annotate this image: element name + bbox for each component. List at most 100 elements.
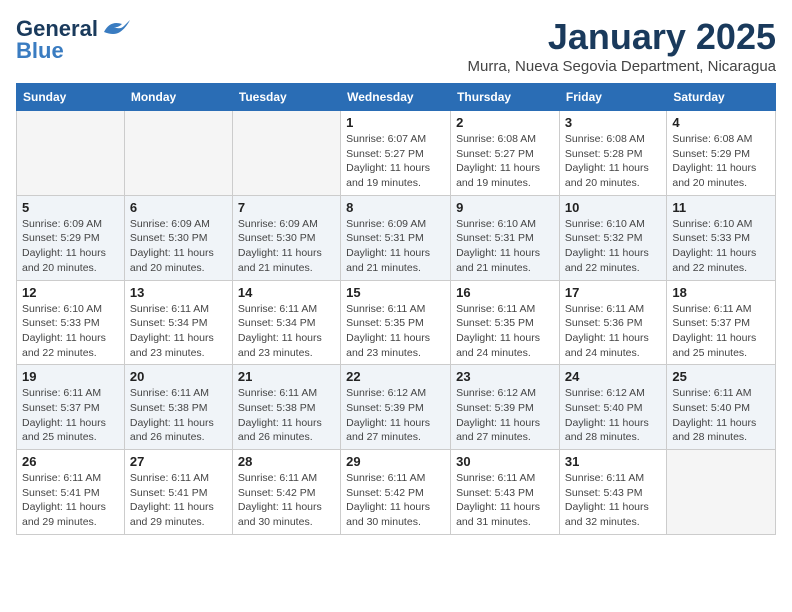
day-info: Sunrise: 6:11 AMSunset: 5:41 PMDaylight:… [22,471,119,530]
page-header: General Blue January 2025 Murra, Nueva S… [16,16,776,75]
calendar-cell: 16 Sunrise: 6:11 AMSunset: 5:35 PMDayligh… [451,280,560,365]
day-number: 13 [130,285,227,300]
logo: General Blue [16,16,130,64]
day-number: 18 [672,285,770,300]
day-number: 17 [565,285,661,300]
day-info: Sunrise: 6:11 AMSunset: 5:43 PMDaylight:… [565,471,661,530]
day-info: Sunrise: 6:11 AMSunset: 5:34 PMDaylight:… [130,302,227,361]
calendar-cell: 29 Sunrise: 6:11 AMSunset: 5:42 PMDayligh… [341,450,451,535]
calendar-cell: 18 Sunrise: 6:11 AMSunset: 5:37 PMDayligh… [667,280,776,365]
day-info: Sunrise: 6:12 AMSunset: 5:40 PMDaylight:… [565,386,661,445]
day-number: 2 [456,115,554,130]
day-number: 20 [130,369,227,384]
calendar-cell: 10 Sunrise: 6:10 AMSunset: 5:32 PMDayligh… [559,195,666,280]
day-info: Sunrise: 6:07 AMSunset: 5:27 PMDaylight:… [346,132,445,191]
day-number: 9 [456,200,554,215]
calendar-cell: 28 Sunrise: 6:11 AMSunset: 5:42 PMDayligh… [232,450,340,535]
day-info: Sunrise: 6:10 AMSunset: 5:32 PMDaylight:… [565,217,661,276]
weekday-header-saturday: Saturday [667,84,776,111]
location-title: Murra, Nueva Segovia Department, Nicarag… [468,58,776,75]
calendar-cell: 12 Sunrise: 6:10 AMSunset: 5:33 PMDayligh… [17,280,125,365]
day-number: 19 [22,369,119,384]
calendar-cell: 4 Sunrise: 6:08 AMSunset: 5:29 PMDaylight… [667,111,776,196]
day-number: 3 [565,115,661,130]
calendar-cell: 11 Sunrise: 6:10 AMSunset: 5:33 PMDayligh… [667,195,776,280]
day-info: Sunrise: 6:08 AMSunset: 5:27 PMDaylight:… [456,132,554,191]
calendar-cell: 26 Sunrise: 6:11 AMSunset: 5:41 PMDayligh… [17,450,125,535]
day-info: Sunrise: 6:11 AMSunset: 5:42 PMDaylight:… [346,471,445,530]
calendar-cell [124,111,232,196]
day-info: Sunrise: 6:12 AMSunset: 5:39 PMDaylight:… [456,386,554,445]
calendar-cell: 25 Sunrise: 6:11 AMSunset: 5:40 PMDayligh… [667,365,776,450]
calendar-cell: 7 Sunrise: 6:09 AMSunset: 5:30 PMDaylight… [232,195,340,280]
calendar-cell: 24 Sunrise: 6:12 AMSunset: 5:40 PMDayligh… [559,365,666,450]
day-info: Sunrise: 6:10 AMSunset: 5:33 PMDaylight:… [672,217,770,276]
calendar-cell: 1 Sunrise: 6:07 AMSunset: 5:27 PMDaylight… [341,111,451,196]
calendar-week-row: 1 Sunrise: 6:07 AMSunset: 5:27 PMDaylight… [17,111,776,196]
day-info: Sunrise: 6:09 AMSunset: 5:31 PMDaylight:… [346,217,445,276]
day-info: Sunrise: 6:09 AMSunset: 5:30 PMDaylight:… [130,217,227,276]
day-number: 15 [346,285,445,300]
day-number: 7 [238,200,335,215]
calendar-cell: 8Sunrise: 6:09 AMSunset: 5:31 PMDaylight… [341,195,451,280]
day-number: 16 [456,285,554,300]
day-info: Sunrise: 6:11 AMSunset: 5:37 PMDaylight:… [22,386,119,445]
logo-blue: Blue [16,38,64,64]
day-number: 4 [672,115,770,130]
calendar-cell: 15 Sunrise: 6:11 AMSunset: 5:35 PMDayligh… [341,280,451,365]
calendar-cell [667,450,776,535]
calendar-cell: 22Sunrise: 6:12 AMSunset: 5:39 PMDayligh… [341,365,451,450]
day-number: 29 [346,454,445,469]
calendar-week-row: 26 Sunrise: 6:11 AMSunset: 5:41 PMDayligh… [17,450,776,535]
day-number: 11 [672,200,770,215]
calendar-table: SundayMondayTuesdayWednesdayThursdayFrid… [16,83,776,535]
day-number: 10 [565,200,661,215]
calendar-cell: 30Sunrise: 6:11 AMSunset: 5:43 PMDayligh… [451,450,560,535]
day-number: 30 [456,454,554,469]
day-number: 23 [456,369,554,384]
month-title: January 2025 [468,16,776,58]
day-number: 28 [238,454,335,469]
calendar-cell: 9 Sunrise: 6:10 AMSunset: 5:31 PMDaylight… [451,195,560,280]
day-number: 25 [672,369,770,384]
day-info: Sunrise: 6:09 AMSunset: 5:30 PMDaylight:… [238,217,335,276]
weekday-header-wednesday: Wednesday [341,84,451,111]
calendar-cell: 14Sunrise: 6:11 AMSunset: 5:34 PMDayligh… [232,280,340,365]
weekday-header-tuesday: Tuesday [232,84,340,111]
calendar-cell: 27Sunrise: 6:11 AMSunset: 5:41 PMDayligh… [124,450,232,535]
calendar-cell: 19 Sunrise: 6:11 AMSunset: 5:37 PMDayligh… [17,365,125,450]
day-info: Sunrise: 6:08 AMSunset: 5:28 PMDaylight:… [565,132,661,191]
day-number: 1 [346,115,445,130]
calendar-cell [17,111,125,196]
day-info: Sunrise: 6:11 AMSunset: 5:38 PMDaylight:… [130,386,227,445]
day-info: Sunrise: 6:11 AMSunset: 5:42 PMDaylight:… [238,471,335,530]
logo-bird-icon [100,18,130,40]
day-info: Sunrise: 6:11 AMSunset: 5:40 PMDaylight:… [672,386,770,445]
calendar-cell: 31 Sunrise: 6:11 AMSunset: 5:43 PMDayligh… [559,450,666,535]
day-info: Sunrise: 6:10 AMSunset: 5:31 PMDaylight:… [456,217,554,276]
day-info: Sunrise: 6:11 AMSunset: 5:37 PMDaylight:… [672,302,770,361]
day-info: Sunrise: 6:11 AMSunset: 5:35 PMDaylight:… [346,302,445,361]
day-number: 26 [22,454,119,469]
day-info: Sunrise: 6:08 AMSunset: 5:29 PMDaylight:… [672,132,770,191]
day-number: 27 [130,454,227,469]
day-info: Sunrise: 6:10 AMSunset: 5:33 PMDaylight:… [22,302,119,361]
day-number: 5 [22,200,119,215]
day-number: 12 [22,285,119,300]
weekday-header-monday: Monday [124,84,232,111]
calendar-cell: 21Sunrise: 6:11 AMSunset: 5:38 PMDayligh… [232,365,340,450]
weekday-header-friday: Friday [559,84,666,111]
day-info: Sunrise: 6:11 AMSunset: 5:34 PMDaylight:… [238,302,335,361]
calendar-week-row: 5 Sunrise: 6:09 AMSunset: 5:29 PMDaylight… [17,195,776,280]
day-info: Sunrise: 6:09 AMSunset: 5:29 PMDaylight:… [22,217,119,276]
calendar-cell: 13 Sunrise: 6:11 AMSunset: 5:34 PMDayligh… [124,280,232,365]
day-info: Sunrise: 6:11 AMSunset: 5:38 PMDaylight:… [238,386,335,445]
calendar-cell: 3 Sunrise: 6:08 AMSunset: 5:28 PMDaylight… [559,111,666,196]
calendar-week-row: 19 Sunrise: 6:11 AMSunset: 5:37 PMDayligh… [17,365,776,450]
calendar-cell: 17Sunrise: 6:11 AMSunset: 5:36 PMDayligh… [559,280,666,365]
day-number: 24 [565,369,661,384]
day-info: Sunrise: 6:11 AMSunset: 5:35 PMDaylight:… [456,302,554,361]
calendar-cell [232,111,340,196]
title-block: January 2025 Murra, Nueva Segovia Depart… [468,16,776,75]
day-number: 31 [565,454,661,469]
